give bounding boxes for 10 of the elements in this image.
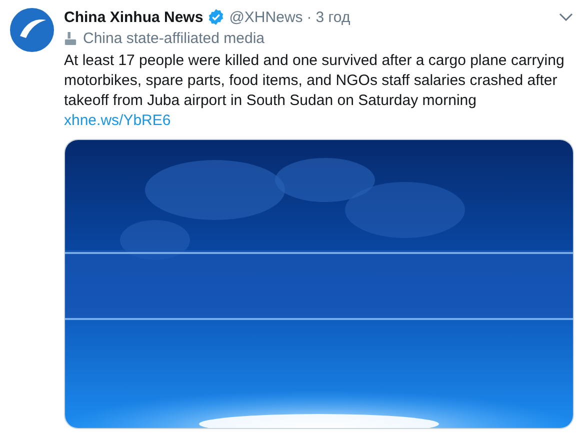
author-name[interactable]: China Xinhua News: [64, 8, 204, 26]
avatar-icon[interactable]: [10, 8, 54, 52]
timestamp[interactable]: 3 год: [316, 8, 350, 26]
podium-icon: [64, 31, 77, 46]
tweet-link[interactable]: xhne.ws/YbRE6: [64, 111, 171, 131]
chevron-down-icon[interactable]: [559, 13, 573, 21]
state-media-label[interactable]: China state-affiliated media: [83, 30, 264, 47]
tweet-text: At least 17 people were killed and one survived after a cargo plane carrying motorbikes, spare parts, food items, and NGOs staff salaries crashed after takeoff from Juba airport in South Sudan on Saturday morning: [64, 51, 566, 111]
separator: ·: [306, 8, 312, 26]
handle[interactable]: @XHNews: [229, 8, 303, 26]
